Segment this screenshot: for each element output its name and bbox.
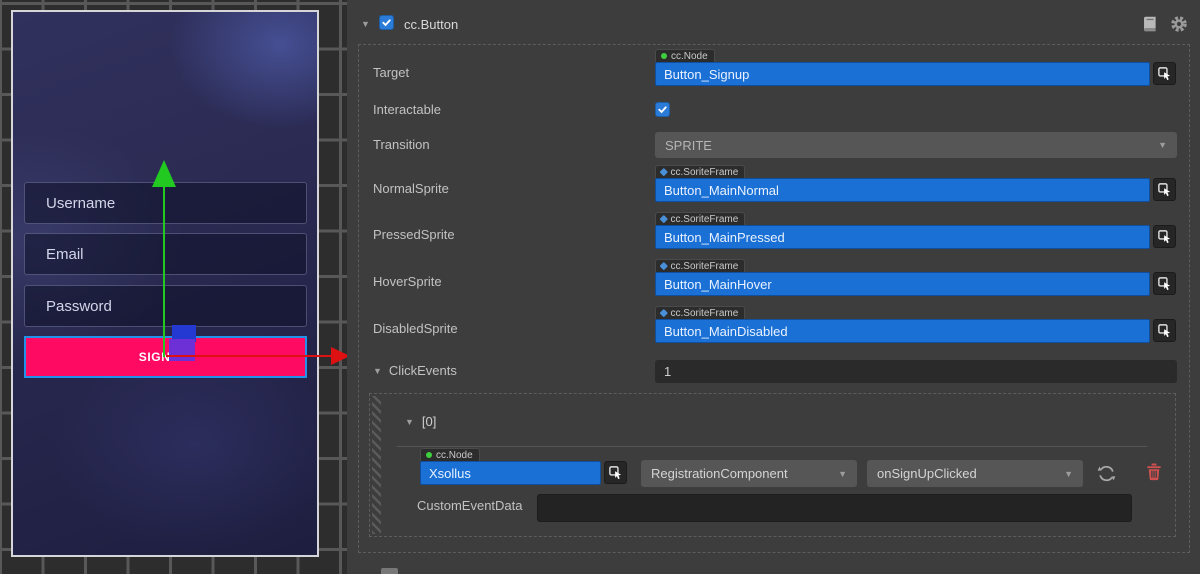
check-icon — [381, 17, 392, 28]
pressedsprite-reference-field[interactable]: Button_MainPressed — [655, 225, 1150, 249]
hoversprite-reference-field[interactable]: Button_MainHover — [655, 272, 1150, 296]
disabledsprite-label: DisabledSprite — [373, 321, 458, 336]
normalsprite-label: NormalSprite — [373, 181, 449, 196]
event-node-reference-field[interactable]: Xsollus — [420, 461, 601, 485]
divider — [397, 446, 1147, 447]
clickevents-label: ClickEvents — [389, 363, 457, 378]
move-gizmo-x-axis[interactable] — [166, 355, 331, 357]
transition-dropdown[interactable]: SPRITE ▼ — [655, 132, 1177, 158]
component-enabled-checkbox[interactable] — [379, 15, 394, 30]
pressedsprite-type-tag: cc.SoriteFrame — [655, 212, 745, 225]
username-field[interactable]: Username — [24, 182, 307, 224]
event-component-dropdown[interactable]: RegistrationComponent ▼ — [641, 460, 857, 487]
hoversprite-type-tag: cc.SoriteFrame — [655, 259, 745, 272]
target-node-picker-icon[interactable] — [1153, 62, 1176, 85]
normalsprite-type-tag: cc.SoriteFrame — [655, 165, 745, 178]
interactable-label: Interactable — [373, 102, 441, 117]
signup-button[interactable]: SIGN UP — [24, 336, 307, 378]
check-icon — [657, 104, 668, 115]
spriteframe-type-dot-icon — [660, 262, 668, 270]
target-type-tag: cc.Node — [655, 49, 715, 62]
move-gizmo-y-arrow-icon[interactable] — [152, 160, 176, 187]
next-component-edge — [381, 568, 398, 574]
normalsprite-picker-icon[interactable] — [1153, 178, 1176, 201]
spriteframe-type-dot-icon — [660, 215, 668, 223]
node-type-dot-icon — [661, 53, 667, 59]
hoversprite-label: HoverSprite — [373, 274, 442, 289]
component-title: cc.Button — [404, 17, 458, 32]
email-field[interactable]: Email — [24, 233, 307, 275]
disabledsprite-reference-field[interactable]: Button_MainDisabled — [655, 319, 1150, 343]
clickevents-row: ▼ ClickEvents — [373, 363, 457, 378]
customeventdata-input[interactable] — [537, 494, 1132, 522]
event-delete-trash-icon[interactable] — [1146, 462, 1162, 481]
interactable-checkbox[interactable] — [655, 102, 670, 117]
username-placeholder: Username — [46, 195, 115, 212]
dropdown-arrow-icon: ▼ — [1064, 469, 1073, 479]
clickevents-collapse-arrow-icon[interactable]: ▼ — [373, 366, 382, 376]
transition-label: Transition — [373, 137, 430, 152]
normalsprite-reference-field[interactable]: Button_MainNormal — [655, 178, 1150, 202]
clickevents-count-field[interactable]: 1 — [655, 360, 1177, 383]
password-placeholder: Password — [46, 298, 112, 315]
clickevent-item-panel: ▼ [0] cc.Node Xsollus RegistrationCompon… — [369, 393, 1176, 537]
event-index-row: ▼ [0] — [405, 414, 436, 429]
event-index-label: [0] — [422, 414, 436, 429]
event-node-type-tag: cc.Node — [420, 448, 480, 461]
disabledsprite-picker-icon[interactable] — [1153, 319, 1176, 342]
disabledsprite-type-tag: cc.SoriteFrame — [655, 306, 745, 319]
settings-gear-icon[interactable] — [1170, 15, 1188, 33]
pressedsprite-picker-icon[interactable] — [1153, 225, 1176, 248]
scene-view: Username Email Password SIGN UP — [0, 0, 347, 574]
event-collapse-arrow-icon[interactable]: ▼ — [405, 417, 414, 427]
component-collapse-arrow-icon[interactable]: ▼ — [361, 19, 370, 29]
dropdown-arrow-icon: ▼ — [838, 469, 847, 479]
event-handler-dropdown[interactable]: onSignUpClicked ▼ — [867, 460, 1083, 487]
spriteframe-type-dot-icon — [660, 309, 668, 317]
game-canvas: Username Email Password SIGN UP — [11, 10, 319, 557]
manual-book-icon[interactable] — [1141, 15, 1159, 33]
inspector-panel: ▼ cc.Button Target Interactable Transiti… — [347, 0, 1200, 574]
node-type-dot-icon — [426, 452, 432, 458]
move-gizmo-center-handle-purple[interactable] — [169, 339, 195, 361]
email-placeholder: Email — [46, 246, 84, 263]
pressedsprite-label: PressedSprite — [373, 227, 455, 242]
target-label: Target — [373, 65, 409, 80]
hoversprite-picker-icon[interactable] — [1153, 272, 1176, 295]
dropdown-arrow-icon: ▼ — [1158, 140, 1167, 150]
customeventdata-label: CustomEventData — [417, 498, 523, 513]
panel-hatch-strip — [372, 396, 381, 534]
spriteframe-type-dot-icon — [660, 168, 668, 176]
move-gizmo-y-axis[interactable] — [163, 185, 165, 357]
event-refresh-icon[interactable] — [1096, 463, 1117, 484]
password-field[interactable]: Password — [24, 285, 307, 327]
event-node-picker-icon[interactable] — [604, 461, 627, 484]
target-reference-field[interactable]: Button_Signup — [655, 62, 1150, 86]
